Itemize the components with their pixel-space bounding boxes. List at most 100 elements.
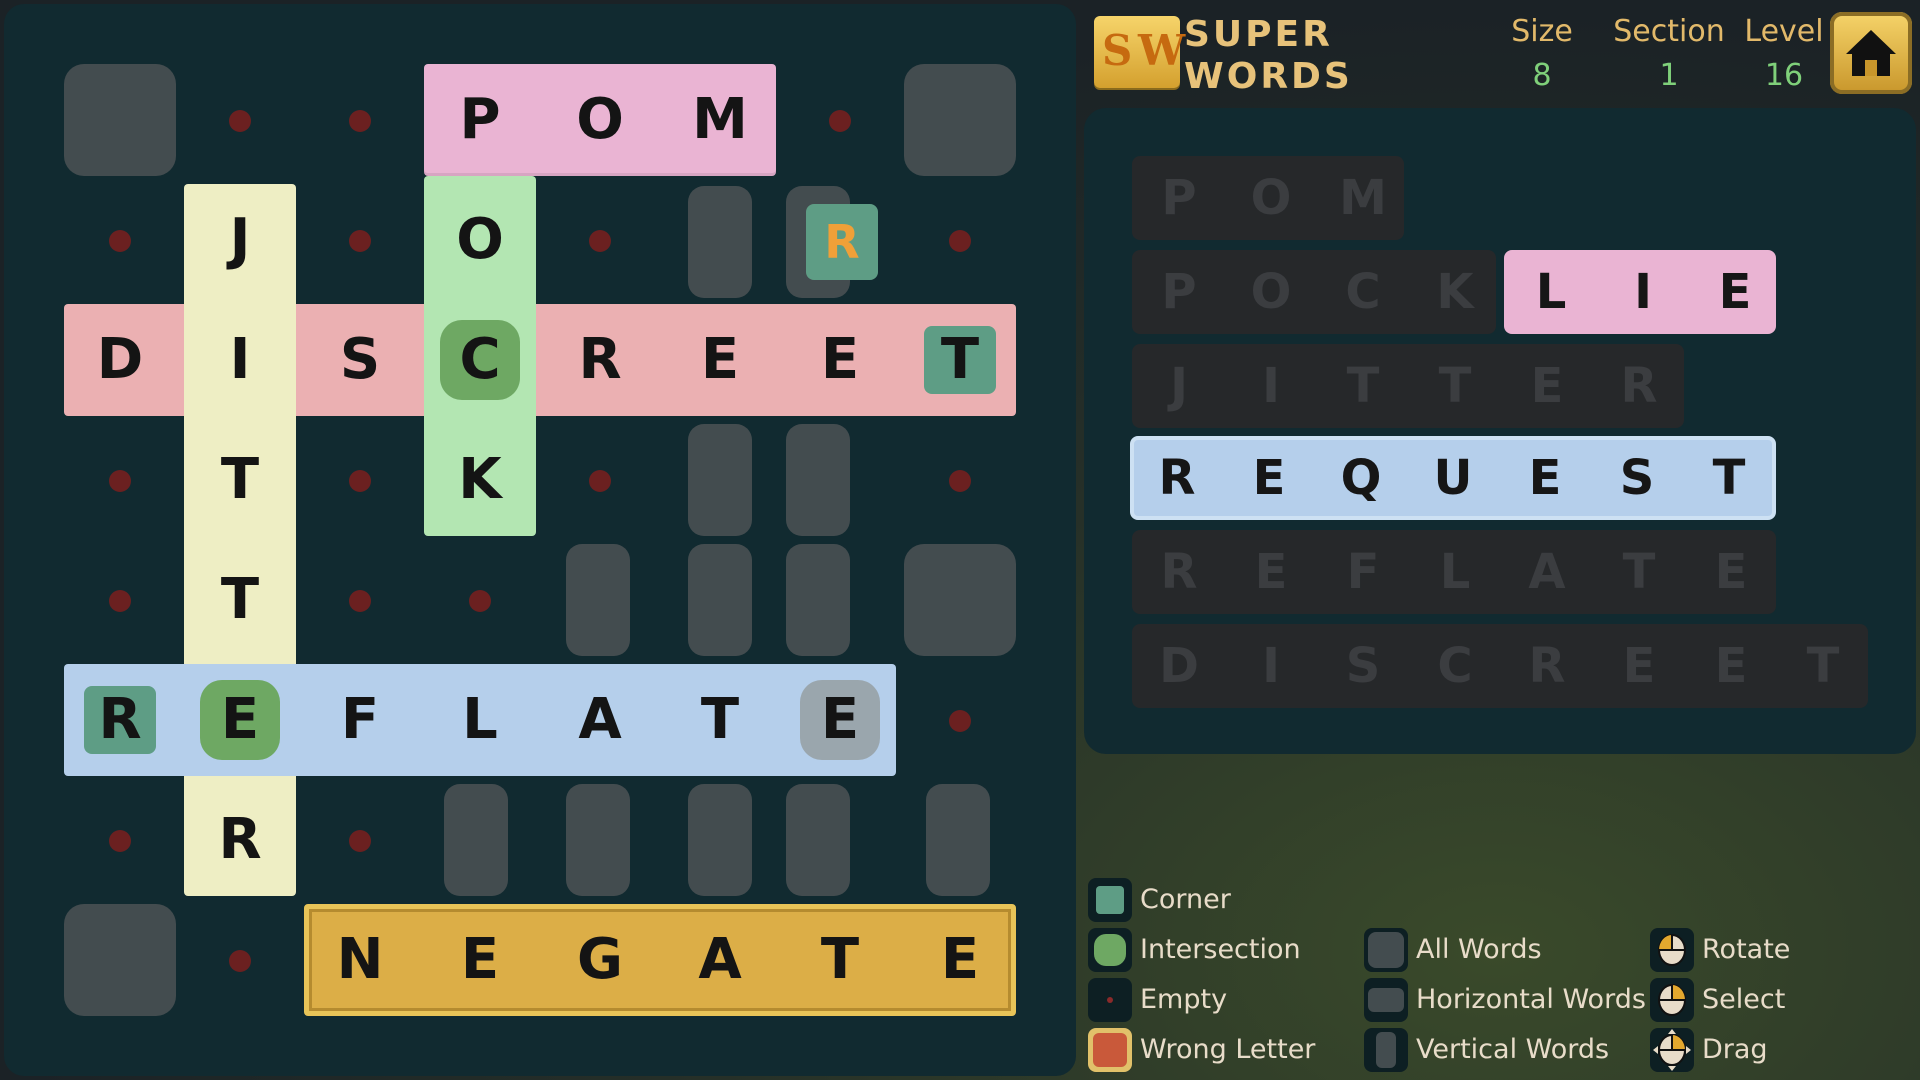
letter: T (1346, 358, 1380, 414)
empty-cell-dot (589, 470, 611, 492)
empty-cell-dot (469, 590, 491, 612)
letter: M (692, 87, 748, 152)
letter: M (1339, 170, 1387, 226)
section-value: 1 (1659, 58, 1679, 93)
letter: O (576, 87, 624, 152)
letter: O (456, 207, 504, 272)
letter: A (698, 927, 742, 992)
blank-slot (566, 544, 630, 656)
word-list-item-lie[interactable]: L I E (1504, 250, 1776, 334)
level-value: 16 (1764, 58, 1804, 93)
letter: E (1528, 450, 1562, 506)
letter: E (1622, 638, 1656, 694)
home-button[interactable] (1830, 12, 1912, 94)
letter: I (1262, 638, 1280, 694)
empty-cell-dot (949, 710, 971, 732)
letter: E (1718, 264, 1752, 320)
letter: P (1161, 264, 1197, 320)
letter: K (458, 447, 502, 512)
letter: C (459, 327, 501, 392)
title-line: WORDS (1184, 56, 1353, 97)
letter: T (1712, 450, 1746, 506)
legend-label: Select (1702, 984, 1786, 1015)
empty-cell-dot (349, 470, 371, 492)
size-value: 8 (1532, 58, 1552, 93)
corner-swatch-icon (1088, 878, 1132, 922)
logo-letter: W (1138, 26, 1186, 75)
placed-letter-tile[interactable]: R (806, 204, 878, 280)
header: S W SUPER WORDS Size 8 Section 1 Level 1… (1084, 0, 1920, 108)
letter: I (1634, 264, 1652, 320)
letter: E (820, 327, 860, 392)
legend-label: Intersection (1140, 934, 1301, 965)
word-jitter[interactable] (184, 184, 296, 896)
word-list-item-request[interactable]: R E Q U E S T (1130, 436, 1776, 520)
blank-cell (904, 544, 1016, 656)
letter: A (1528, 544, 1566, 600)
corner-blank-cell (64, 904, 176, 1016)
letter: S (339, 327, 381, 392)
empty-cell-dot (949, 470, 971, 492)
letter: E (820, 687, 860, 752)
level-label: Level (1744, 14, 1824, 49)
letter: U (1433, 450, 1473, 506)
empty-cell-dot (349, 590, 371, 612)
empty-cell-dot (109, 230, 131, 252)
letter: R (824, 215, 860, 269)
logo-letter: S (1102, 26, 1133, 75)
blank-slot (688, 784, 752, 896)
letter: C (1345, 264, 1381, 320)
empty-cell-dot (349, 110, 371, 132)
vertical-words-swatch-icon (1364, 1028, 1408, 1072)
empty-cell-dot (229, 950, 251, 972)
letter: S (1619, 450, 1655, 506)
letter: L (462, 687, 498, 752)
letter: F (340, 687, 380, 752)
blank-slot (926, 784, 990, 896)
legend-label: All Words (1416, 934, 1542, 965)
letter: R (578, 327, 622, 392)
letter: T (220, 447, 260, 512)
legend-label: Drag (1702, 1034, 1768, 1065)
logo: S W (1094, 16, 1185, 88)
home-icon (1846, 30, 1896, 76)
letter: T (220, 567, 260, 632)
letter: L (1439, 544, 1471, 600)
letter: T (1622, 544, 1656, 600)
letter: E (1254, 544, 1288, 600)
letter: E (940, 927, 980, 992)
mouse-drag-icon (1650, 1028, 1694, 1072)
letter: F (1346, 544, 1380, 600)
letter: R (1160, 544, 1198, 600)
corner-blank-cell (904, 64, 1016, 176)
word-negate[interactable] (304, 904, 1016, 1016)
letter: R (98, 687, 142, 752)
word-list-item-jitter[interactable]: J I T T E R (1132, 344, 1684, 428)
word-list-panel: P O M P O C K L I E J I T T E R R E Q U … (1084, 108, 1916, 754)
letter: N (336, 927, 384, 992)
blank-slot (786, 424, 850, 536)
letter: R (1158, 450, 1196, 506)
empty-cell-dot (109, 830, 131, 852)
letter: O (1250, 264, 1292, 320)
legend-label: Corner (1140, 884, 1231, 915)
letter: E (700, 327, 740, 392)
letter: S (1345, 638, 1381, 694)
game-title: SUPER WORDS (1184, 14, 1353, 98)
word-list-item-discreet[interactable]: D I S C R E E T (1132, 624, 1868, 708)
letter: K (1436, 264, 1474, 320)
letter: E (1252, 450, 1286, 506)
letter: D (96, 327, 144, 392)
game-board: R P O M O K J T T R D I S C R E E T R E … (4, 4, 1076, 1076)
legend-label: Wrong Letter (1140, 1034, 1316, 1065)
letter: R (218, 807, 262, 872)
size-label: Size (1511, 14, 1573, 49)
word-list-item-pom[interactable]: P O M (1132, 156, 1404, 240)
letter: R (1528, 638, 1566, 694)
letter: I (229, 327, 251, 392)
word-list-item-pock[interactable]: P O C K (1132, 250, 1496, 334)
mouse-select-icon (1650, 978, 1694, 1022)
word-list-item-reflate[interactable]: R E F L A T E (1132, 530, 1776, 614)
letter: D (1159, 638, 1199, 694)
empty-cell-dot (589, 230, 611, 252)
